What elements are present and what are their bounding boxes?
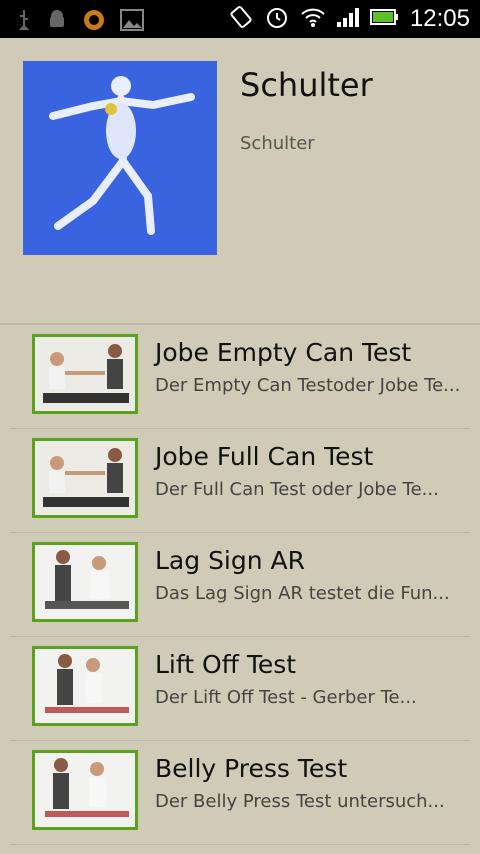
test-list: Jobe Empty Can Test Der Empty Can Testod…	[0, 325, 480, 845]
app-notification-icon	[82, 8, 106, 36]
item-title: Belly Press Test	[155, 754, 348, 783]
item-description: Der Full Can Test oder Jobe Te...	[155, 479, 439, 500]
category-header: Schulter Schulter	[0, 38, 480, 324]
item-title: Lift Off Test	[155, 650, 297, 679]
hero-image	[23, 61, 217, 255]
clock: 12:05	[409, 5, 470, 32]
item-title: Lag Sign AR	[155, 546, 306, 575]
system-icons: 12:05	[228, 4, 470, 34]
item-description: Das Lag Sign AR testet die Fun...	[155, 583, 450, 604]
android-debug-icon	[46, 9, 68, 35]
item-description: Der Lift Off Test - Gerber Te...	[155, 687, 417, 708]
image-icon	[120, 9, 144, 35]
notification-icons	[16, 8, 144, 36]
signal-icon	[336, 6, 360, 32]
list-item[interactable]: Belly Press Test Der Belly Press Test un…	[0, 741, 480, 845]
usb-icon	[16, 9, 32, 35]
item-title: Jobe Full Can Test	[155, 442, 374, 471]
list-item[interactable]: Jobe Full Can Test Der Full Can Test ode…	[0, 429, 480, 533]
rotate-icon	[228, 4, 254, 34]
item-divider	[10, 844, 470, 845]
list-item[interactable]: Jobe Empty Can Test Der Empty Can Testod…	[0, 325, 480, 429]
test-thumbnail	[32, 438, 138, 518]
list-item[interactable]: Lag Sign AR Das Lag Sign AR testet die F…	[0, 533, 480, 637]
test-thumbnail	[32, 750, 138, 830]
item-description: Der Empty Can Testoder Jobe Te...	[155, 375, 461, 396]
page-subtitle: Schulter	[240, 133, 315, 154]
item-title: Jobe Empty Can Test	[155, 338, 412, 367]
test-thumbnail	[32, 334, 138, 414]
list-item[interactable]: Lift Off Test Der Lift Off Test - Gerber…	[0, 637, 480, 741]
page-title: Schulter	[240, 66, 373, 104]
test-thumbnail	[32, 542, 138, 622]
test-thumbnail	[32, 646, 138, 726]
battery-icon	[369, 7, 400, 31]
wifi-icon	[300, 6, 326, 32]
status-bar: 12:05	[0, 0, 480, 38]
alarm-icon	[264, 4, 290, 34]
item-description: Der Belly Press Test untersuch...	[155, 791, 445, 812]
